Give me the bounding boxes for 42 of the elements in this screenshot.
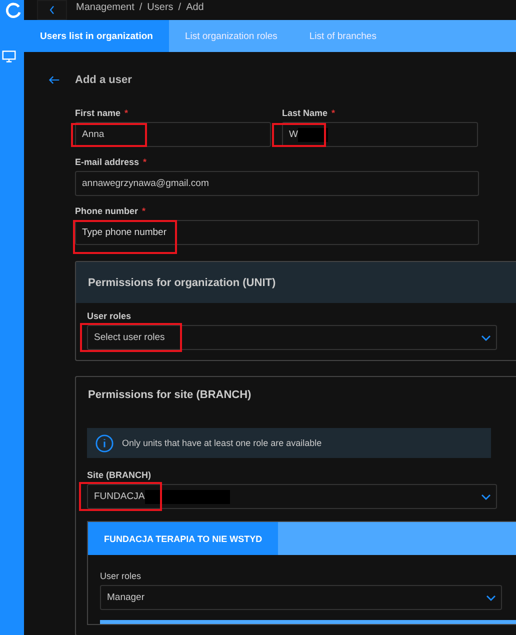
chevron-down-icon bbox=[481, 335, 491, 341]
info-icon bbox=[95, 434, 114, 452]
select-field[interactable]: Select user roles bbox=[87, 325, 497, 350]
field-label: Last Name bbox=[282, 108, 328, 118]
required-mark: * bbox=[143, 157, 147, 167]
breadcrumb-link[interactable]: Management bbox=[76, 1, 134, 14]
field-placeholder: Select user roles bbox=[94, 332, 165, 343]
field-value: W bbox=[289, 129, 298, 140]
chevron-down-icon bbox=[481, 494, 491, 500]
select-field[interactable]: Manager bbox=[100, 585, 502, 610]
required-mark: * bbox=[142, 206, 146, 216]
chevron-down-icon bbox=[486, 595, 496, 601]
field-label: User roles bbox=[87, 311, 132, 321]
logo-icon bbox=[6, 2, 22, 18]
chevron-left-icon bbox=[49, 5, 55, 15]
input-field[interactable]: Type phone number bbox=[75, 220, 479, 245]
field-placeholder: Type phone number bbox=[82, 227, 167, 238]
input-field[interactable]: W bbox=[282, 122, 478, 147]
required-mark: * bbox=[332, 108, 336, 118]
info-text: Only units that have at least one role are available bbox=[122, 438, 322, 448]
panel-title: Permissions for site (BRANCH) bbox=[88, 388, 252, 400]
field-value: Manager bbox=[107, 592, 144, 603]
select-field[interactable]: FUNDACJA bbox=[87, 484, 497, 509]
panel-title: Permissions for organization (UNIT) bbox=[88, 276, 276, 288]
monitor-icon[interactable] bbox=[2, 50, 16, 63]
breadcrumb-current: Add bbox=[186, 1, 204, 14]
breadcrumb-separator: / bbox=[178, 1, 182, 14]
field-label: User roles bbox=[100, 571, 142, 581]
breadcrumb-link[interactable]: Users bbox=[147, 1, 174, 14]
back-arrow-icon[interactable] bbox=[48, 75, 60, 85]
field-value: Anna bbox=[82, 129, 104, 140]
field-value: FUNDACJA bbox=[94, 491, 145, 502]
field-value: annawegrzynawa@gmail.com bbox=[82, 178, 209, 189]
field-label: E-mail address bbox=[75, 157, 140, 167]
field-label: Phone number bbox=[75, 206, 138, 216]
breadcrumb-separator: / bbox=[139, 1, 142, 14]
input-field[interactable]: annawegrzynawa@gmail.com bbox=[75, 171, 479, 196]
input-field[interactable]: Anna bbox=[75, 122, 271, 147]
field-label: First name bbox=[75, 108, 121, 118]
required-mark: * bbox=[124, 108, 128, 118]
page-title: Add a user bbox=[75, 74, 132, 86]
field-label: Site (BRANCH) bbox=[87, 470, 151, 480]
